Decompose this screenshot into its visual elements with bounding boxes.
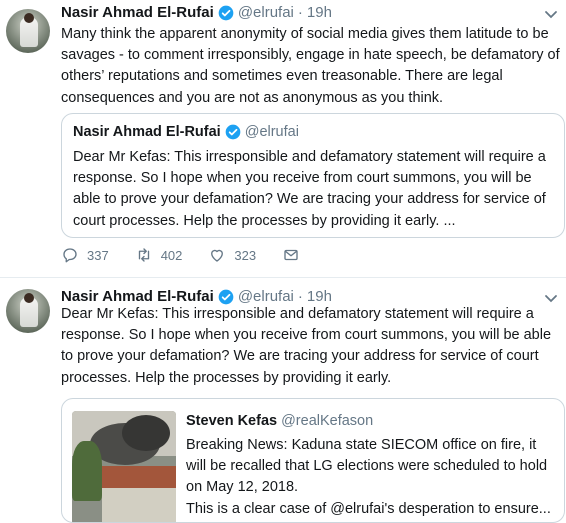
author-handle[interactable]: @elrufai: [238, 4, 294, 21]
quoted-tweet[interactable]: Nasir Ahmad El-Rufai @elrufai Dear Mr Ke…: [61, 113, 565, 238]
tweet-header: Nasir Ahmad El-Rufai @elrufai · 19h: [61, 4, 332, 21]
verified-badge-icon: [225, 124, 241, 140]
retweet-count: 402: [160, 247, 183, 263]
tweet-text: Dear Mr Kefas: This irresponsible and de…: [61, 306, 552, 386]
quote-author-name: Nasir Ahmad El-Rufai: [73, 124, 221, 140]
quote-author-name: Steven Kefas: [186, 413, 278, 429]
tweet-actions: 337 402 323: [61, 246, 326, 264]
image-roof: [102, 466, 176, 488]
author-name[interactable]: Nasir Ahmad El-Rufai: [61, 4, 214, 21]
image-tree: [72, 441, 102, 501]
separator: ·: [297, 288, 303, 305]
direct-message-button[interactable]: [282, 246, 300, 264]
avatar-head: [24, 293, 34, 303]
chevron-down-icon[interactable]: [544, 294, 558, 304]
tweet[interactable]: Nasir Ahmad El-Rufai @elrufai · 19h Dear…: [0, 279, 566, 523]
quote-author-handle: @elrufai: [244, 124, 299, 140]
reply-icon: [63, 248, 77, 263]
separator: ·: [297, 4, 303, 21]
verified-badge-icon: [218, 5, 234, 20]
quote-author-handle: @realKefason: [281, 413, 374, 429]
like-count: 323: [234, 247, 257, 263]
quote-text: Dear Mr Kefas: This irresponsible and de…: [73, 149, 546, 229]
verified-badge-icon: [218, 289, 234, 304]
tweet-text: Many think the apparent anonymity of soc…: [61, 26, 560, 106]
quote-header: Nasir Ahmad El-Rufai @elrufai: [73, 124, 299, 140]
image-smoke: [122, 415, 170, 451]
chevron-down-icon[interactable]: [544, 10, 558, 20]
author-name[interactable]: Nasir Ahmad El-Rufai: [61, 288, 214, 305]
reply-count: 337: [87, 247, 109, 263]
quote-text: Breaking News: Kaduna state SIECOM offic…: [186, 437, 551, 517]
author-handle[interactable]: @elrufai: [238, 288, 294, 305]
quote-header: Steven Kefas @realKefason: [186, 413, 373, 429]
like-button[interactable]: 323: [208, 246, 256, 264]
timestamp[interactable]: 19h: [307, 4, 332, 21]
like-icon: [211, 249, 224, 262]
quote-thumbnail-image[interactable]: [72, 411, 176, 522]
tweet[interactable]: Nasir Ahmad El-Rufai @elrufai · 19h Many…: [0, 0, 566, 278]
tweet-header: Nasir Ahmad El-Rufai @elrufai · 19h: [61, 288, 332, 305]
retweet-button[interactable]: 402: [135, 246, 183, 264]
avatar[interactable]: [6, 289, 50, 333]
quoted-tweet[interactable]: Steven Kefas @realKefason Breaking News:…: [61, 398, 565, 523]
timestamp[interactable]: 19h: [307, 288, 332, 305]
avatar-head: [24, 13, 34, 23]
avatar[interactable]: [6, 9, 50, 53]
direct-message-icon: [284, 249, 298, 261]
retweet-icon: [138, 248, 149, 262]
reply-button[interactable]: 337: [61, 246, 109, 264]
